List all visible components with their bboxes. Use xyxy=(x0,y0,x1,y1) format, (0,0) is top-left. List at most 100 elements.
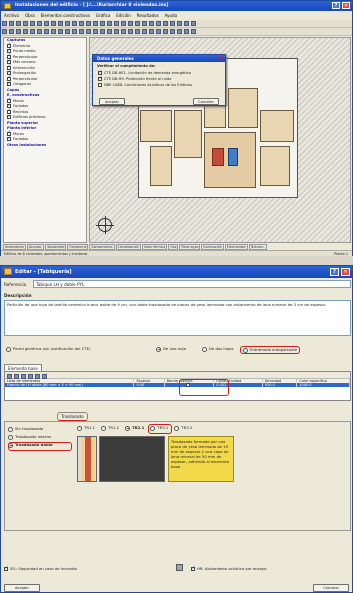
toolbar-button-icon[interactable] xyxy=(184,21,189,26)
toolbar-button-icon[interactable] xyxy=(9,21,14,26)
wall-type-radio[interactable] xyxy=(243,347,248,353)
accept-button[interactable]: Aceptar xyxy=(4,584,40,592)
wall-type-option[interactable]: De una hoja xyxy=(154,346,188,352)
wall-type-radio[interactable] xyxy=(6,346,11,352)
settings-icon[interactable] xyxy=(176,564,183,571)
toolbar-button-icon[interactable] xyxy=(44,29,49,34)
toolbar-button-icon[interactable] xyxy=(37,21,42,26)
toolbar-button-icon[interactable] xyxy=(65,29,70,34)
tr-radio[interactable] xyxy=(125,425,130,431)
toolbar-button-icon[interactable] xyxy=(51,21,56,26)
toolbar-button-icon[interactable] xyxy=(79,29,84,34)
wall-type-option[interactable]: Entramado autoportante xyxy=(240,346,301,354)
toolbar-button-icon[interactable] xyxy=(51,29,56,34)
cancel-button[interactable]: Cancelar xyxy=(313,584,349,592)
dialog-option-checkbox[interactable] xyxy=(98,70,102,76)
layer-checkbox[interactable] xyxy=(7,81,11,86)
layer-checkbox[interactable] xyxy=(7,114,11,119)
toolbar-button-icon[interactable] xyxy=(44,21,49,26)
toolbar-button-icon[interactable] xyxy=(163,21,168,26)
toolbar-button-icon[interactable] xyxy=(177,21,182,26)
dialog-close-icon[interactable]: ✕ xyxy=(219,55,224,62)
toolbar-button-icon[interactable] xyxy=(9,29,14,34)
menu-item[interactable]: Gráfica xyxy=(96,13,110,18)
tr-option[interactable]: TR2.1 xyxy=(125,425,144,431)
toolbar-button-icon[interactable] xyxy=(30,21,35,26)
tr-option[interactable]: TR1.1 xyxy=(77,425,95,431)
toolbar-button-icon[interactable] xyxy=(128,21,133,26)
menu-item[interactable]: Elementos constructivos xyxy=(41,13,90,18)
tr-radio[interactable] xyxy=(101,425,106,431)
toolbar-button-icon[interactable] xyxy=(163,29,168,34)
toolbar-button-icon[interactable] xyxy=(170,29,175,34)
tr-radio[interactable] xyxy=(174,425,180,431)
si1-checkbox[interactable] xyxy=(4,566,8,571)
toolbar-button-icon[interactable] xyxy=(156,29,161,34)
trasdosado-radio[interactable] xyxy=(8,434,13,440)
menu-item[interactable]: Obra xyxy=(25,13,35,18)
wall-type-option[interactable]: De dos hojas xyxy=(200,346,235,352)
toolbar-button-icon[interactable] xyxy=(2,21,7,26)
room[interactable] xyxy=(140,110,172,142)
down-arrow-icon[interactable] xyxy=(42,374,47,379)
toolbar-button-icon[interactable] xyxy=(142,21,147,26)
hr-checkbox[interactable] xyxy=(191,566,195,571)
wall-type-option[interactable]: Pared genérica (sin justificación del CT… xyxy=(4,346,92,352)
help-button[interactable]: ? xyxy=(332,2,340,9)
toolbar-button-icon[interactable] xyxy=(23,29,28,34)
toolbar-button-icon[interactable] xyxy=(100,29,105,34)
toolbar-button-icon[interactable] xyxy=(72,29,77,34)
toolbar-button-icon[interactable] xyxy=(191,29,196,34)
tr-option[interactable]: TR1.2 xyxy=(101,425,119,431)
toolbar-button-icon[interactable] xyxy=(86,21,91,26)
tr-option[interactable]: TR3.2 xyxy=(174,425,192,431)
toolbar-button-icon[interactable] xyxy=(135,21,140,26)
toolbar-button-icon[interactable] xyxy=(93,21,98,26)
toolbar-button-icon[interactable] xyxy=(191,21,196,26)
reference-input[interactable]: Tabique LH y doble PYL xyxy=(33,280,351,288)
layer-checkbox[interactable] xyxy=(7,136,11,141)
toolbar-button-icon[interactable] xyxy=(16,21,21,26)
trasdosado-radio[interactable] xyxy=(8,426,13,432)
toolbar-button-icon[interactable] xyxy=(121,21,126,26)
toolbar-button-icon[interactable] xyxy=(2,29,7,34)
menu-item[interactable]: Edición xyxy=(116,13,130,18)
toolbar-button-icon[interactable] xyxy=(149,29,154,34)
dialog-option-checkbox[interactable] xyxy=(98,83,102,87)
elevator[interactable] xyxy=(228,148,238,166)
toolbar-button-icon[interactable] xyxy=(86,29,91,34)
toolbar-button-icon[interactable] xyxy=(107,21,112,26)
description-textarea[interactable]: Partición de una hoja de ladrillo cerámi… xyxy=(4,300,351,336)
toolbar-button-icon[interactable] xyxy=(37,29,42,34)
table-row[interactable]: Fábrica de LH doble [60 mm < E < 90 mm] … xyxy=(5,382,350,387)
toolbar-button-icon[interactable] xyxy=(72,21,77,26)
wall-type-radio[interactable] xyxy=(202,346,207,352)
room[interactable] xyxy=(228,88,258,128)
menu-item[interactable]: Archivo xyxy=(4,13,19,18)
tr-radio[interactable] xyxy=(77,425,82,431)
dialog-cancel-button[interactable]: Cancelar xyxy=(193,98,219,105)
dialog-option-row[interactable]: NBE CA88. Condiciones Acústicas de los E… xyxy=(98,82,225,88)
toolbar-button-icon[interactable] xyxy=(114,29,119,34)
toolbar-button-icon[interactable] xyxy=(114,21,119,26)
dialog-accept-button[interactable]: Aceptar xyxy=(99,98,125,105)
toolbar-button-icon[interactable] xyxy=(170,21,175,26)
toolbar-button-icon[interactable] xyxy=(107,29,112,34)
toolbar-button-icon[interactable] xyxy=(135,29,140,34)
room[interactable] xyxy=(260,146,290,186)
room[interactable] xyxy=(260,110,294,142)
toolbar-button-icon[interactable] xyxy=(156,21,161,26)
toolbar-button-icon[interactable] xyxy=(100,21,105,26)
toolbar-button-icon[interactable] xyxy=(30,29,35,34)
toolbar-button-icon[interactable] xyxy=(184,29,189,34)
menu-item[interactable]: Resultados xyxy=(137,13,159,18)
editor-help-button[interactable]: ? xyxy=(330,268,339,276)
toolbar-button-icon[interactable] xyxy=(58,29,63,34)
toolbar-button-icon[interactable] xyxy=(121,29,126,34)
trasdosado-option[interactable]: Sin trasdosado xyxy=(8,425,70,433)
toolbar-button-icon[interactable] xyxy=(128,29,133,34)
menu-item[interactable]: Ayuda xyxy=(165,13,177,18)
room[interactable] xyxy=(174,110,202,158)
toolbar-button-icon[interactable] xyxy=(65,21,70,26)
editor-close-button[interactable]: ✕ xyxy=(341,268,350,276)
